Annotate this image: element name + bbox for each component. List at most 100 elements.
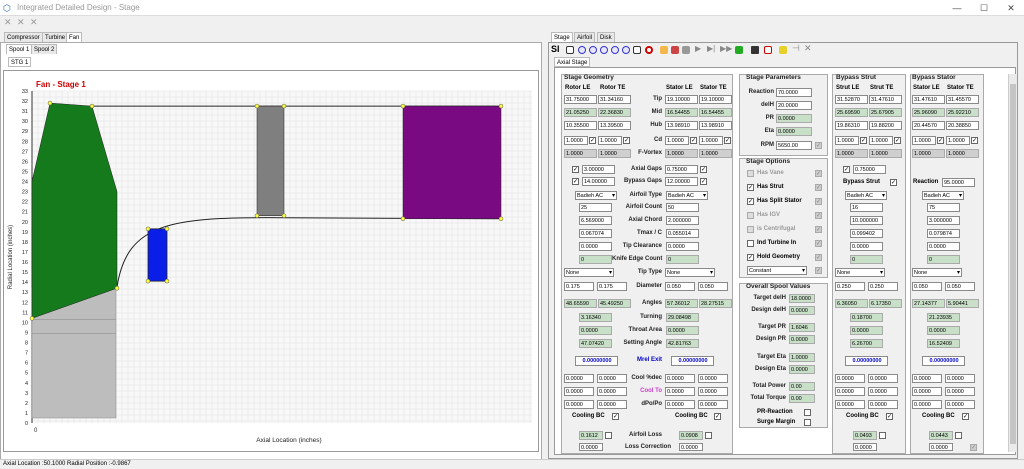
grid-icon[interactable] [633,46,641,54]
rotor-cool-pct-le[interactable]: 0.0000 [564,374,594,383]
has-strut-checkbox[interactable]: ✓ [747,184,754,191]
stator-axial-chord[interactable]: 2.000000 [666,216,699,225]
tab-stage[interactable]: Stage [551,32,573,42]
strut-hub-le[interactable]: 19.86310 [835,121,868,130]
strut-cool-pct-te[interactable]: 0.0000 [868,374,898,383]
bstator-axial-chord[interactable]: 3.000000 [927,216,960,225]
tab-stg-1[interactable]: STG 1 [8,57,32,67]
strut-airfoil-loss-checkbox[interactable] [879,432,886,439]
bstator-tip-clearance[interactable]: 0.0000 [927,242,960,251]
strut-hub-te[interactable]: 19.88200 [869,121,902,130]
tab-turbine[interactable]: Turbine [42,32,69,42]
rotor-cd-te-checkbox[interactable]: ✓ [623,137,630,144]
rpm-field[interactable]: 5650.00 [776,141,812,150]
axial-gap-stator[interactable]: 0.75000 [665,165,698,174]
rotor-tip-type-select[interactable]: None [564,268,614,277]
stage-c-icon[interactable] [589,46,597,54]
has-vane-checkbox[interactable] [747,170,754,177]
tab-disk[interactable]: Disk [597,32,615,42]
tab-spool-2[interactable]: Spool 2 [31,44,58,54]
rotor-cooling-bc-checkbox[interactable]: ✓ [612,413,619,420]
stage-f-icon[interactable] [622,46,630,54]
rotor-tmax-c[interactable]: 0.067074 [579,229,612,238]
stator-airfoil-count[interactable]: 50 [666,203,699,212]
strut-loss-correction[interactable]: 0.0000 [853,443,877,451]
rotor-cd-te[interactable]: 1.0000 [598,136,622,145]
surge-margin-checkbox[interactable] [804,419,811,426]
strut-diameter-te[interactable]: 0.250 [868,282,898,291]
close-button[interactable]: ✕ [1004,2,1018,14]
stator-cool-pct-le[interactable]: 0.0000 [665,374,695,383]
close-x-icon[interactable]: ✕ [4,17,12,28]
strut-cool-to-le[interactable]: 0.0000 [835,387,865,396]
stator-cool-to-le[interactable]: 0.0000 [665,387,695,396]
scrollbar-thumb[interactable] [1010,84,1016,444]
strut-tip-type-select[interactable]: None [835,268,885,277]
bstator-tmax-c[interactable]: 0.079874 [927,229,960,238]
tab-fan[interactable]: Fan [66,32,83,42]
strut-cd-le[interactable]: 1.0000 [835,136,859,145]
bstator-cool-to-te[interactable]: 0.0000 [945,387,975,396]
rotor-cool-pct-te[interactable]: 0.0000 [597,374,627,383]
play-icon[interactable]: ▶ [695,44,701,53]
stage-d-icon[interactable] [600,46,608,54]
is-centrifugal-checkbox[interactable] [747,226,754,233]
tab-axial-stage[interactable]: Axial Stage [554,57,591,67]
has-strut-right-checkbox[interactable]: ✓ [815,184,822,191]
bypass-strut-checkbox[interactable]: ✓ [890,179,897,186]
rotor-cool-to-te[interactable]: 0.0000 [597,387,627,396]
step-icon[interactable]: ▶| [707,44,715,53]
wizard-icon[interactable] [660,46,668,54]
axial-gap-rotor-checkbox[interactable]: ✓ [572,166,579,173]
axial-gap-rotor[interactable]: 3.00000 [582,165,615,174]
bstator-cool-pct-le[interactable]: 0.0000 [912,374,942,383]
bstator-loss-correction[interactable]: 0.0000 [929,443,953,451]
bstator-cd-te-checkbox[interactable]: ✓ [971,137,978,144]
strut-dpo-te[interactable]: 0.0000 [868,400,898,409]
rotor-tip-clearance[interactable]: 0.0000 [579,242,612,251]
rotor-hub-le[interactable]: 10.35500 [564,121,597,130]
rotor-cd-le-checkbox[interactable]: ✓ [589,137,596,144]
has-igv-checkbox[interactable] [747,212,754,219]
maximize-button[interactable]: ☐ [977,2,991,14]
stator-cooling-bc-checkbox[interactable]: ✓ [714,413,721,420]
stator-dpo-le[interactable]: 0.0000 [665,400,695,409]
bstator-hub-le[interactable]: 20.44570 [912,121,945,130]
axial-gap-stator-checkbox[interactable]: ✓ [700,166,707,173]
is-centrifugal-right-checkbox[interactable]: ✓ [815,226,822,233]
bstator-loss-correction-checkbox[interactable]: ✓ [970,444,977,451]
hold-geometry-right-checkbox[interactable]: ✓ [815,254,822,261]
reaction-field[interactable]: 70.0000 [776,88,812,97]
close-x-icon[interactable]: ✕ [17,17,25,28]
strut-cool-pct-le[interactable]: 0.0000 [835,374,865,383]
bstator-tip-te[interactable]: 31.45570 [946,95,979,104]
bstator-dpo-te[interactable]: 0.0000 [945,400,975,409]
tab-compressor[interactable]: Compressor [4,32,43,42]
stator-airfoil-type-select[interactable]: Badieh AC [666,191,708,200]
stage-b-icon[interactable] [578,46,586,54]
stator-cd-le[interactable]: 1.0000 [665,136,689,145]
meridional-plot[interactable]: Fan - Stage 1 0 1 2 3 4 5 6 7 8 9 10 11 12 13 14 15 16 17 1… [3,70,539,452]
bypass-gap-stator-checkbox[interactable]: ✓ [700,178,707,185]
strut-tip-clearance[interactable]: 0.0000 [850,242,883,251]
strut-dpo-le[interactable]: 0.0000 [835,400,865,409]
rotor-dpo-le[interactable]: 0.0000 [564,400,594,409]
bypass-gap-rotor[interactable]: 14.00000 [582,177,615,186]
rotor-diameter-le[interactable]: 0.175 [564,282,594,291]
bstator-cd-le[interactable]: 1.0000 [912,136,936,145]
tab-spool-1[interactable]: Spool 1 [6,44,33,54]
bstator-cool-to-le[interactable]: 0.0000 [912,387,942,396]
bstator-diameter-le[interactable]: 0.050 [912,282,942,291]
strut-cd-te-checkbox[interactable]: ✓ [894,137,901,144]
rotor-tip-te[interactable]: 31.34160 [598,95,631,104]
strut-tmax-c[interactable]: 0.099402 [850,229,883,238]
ind-turbine-in-checkbox[interactable] [747,240,754,247]
tools-icon[interactable] [671,46,679,54]
pin-icon[interactable]: ⊣ [792,43,800,54]
close-x-icon[interactable]: ✕ [804,43,812,54]
stator-loss-correction[interactable]: 0.0000 [679,443,703,451]
strut-cool-to-te[interactable]: 0.0000 [868,387,898,396]
bstator-cooling-bc-checkbox[interactable]: ✓ [962,413,969,420]
plot-canvas[interactable]: Fan - Stage 1012345678910111213141516171… [4,71,538,451]
bstator-airfoil-count[interactable]: 75 [927,203,960,212]
